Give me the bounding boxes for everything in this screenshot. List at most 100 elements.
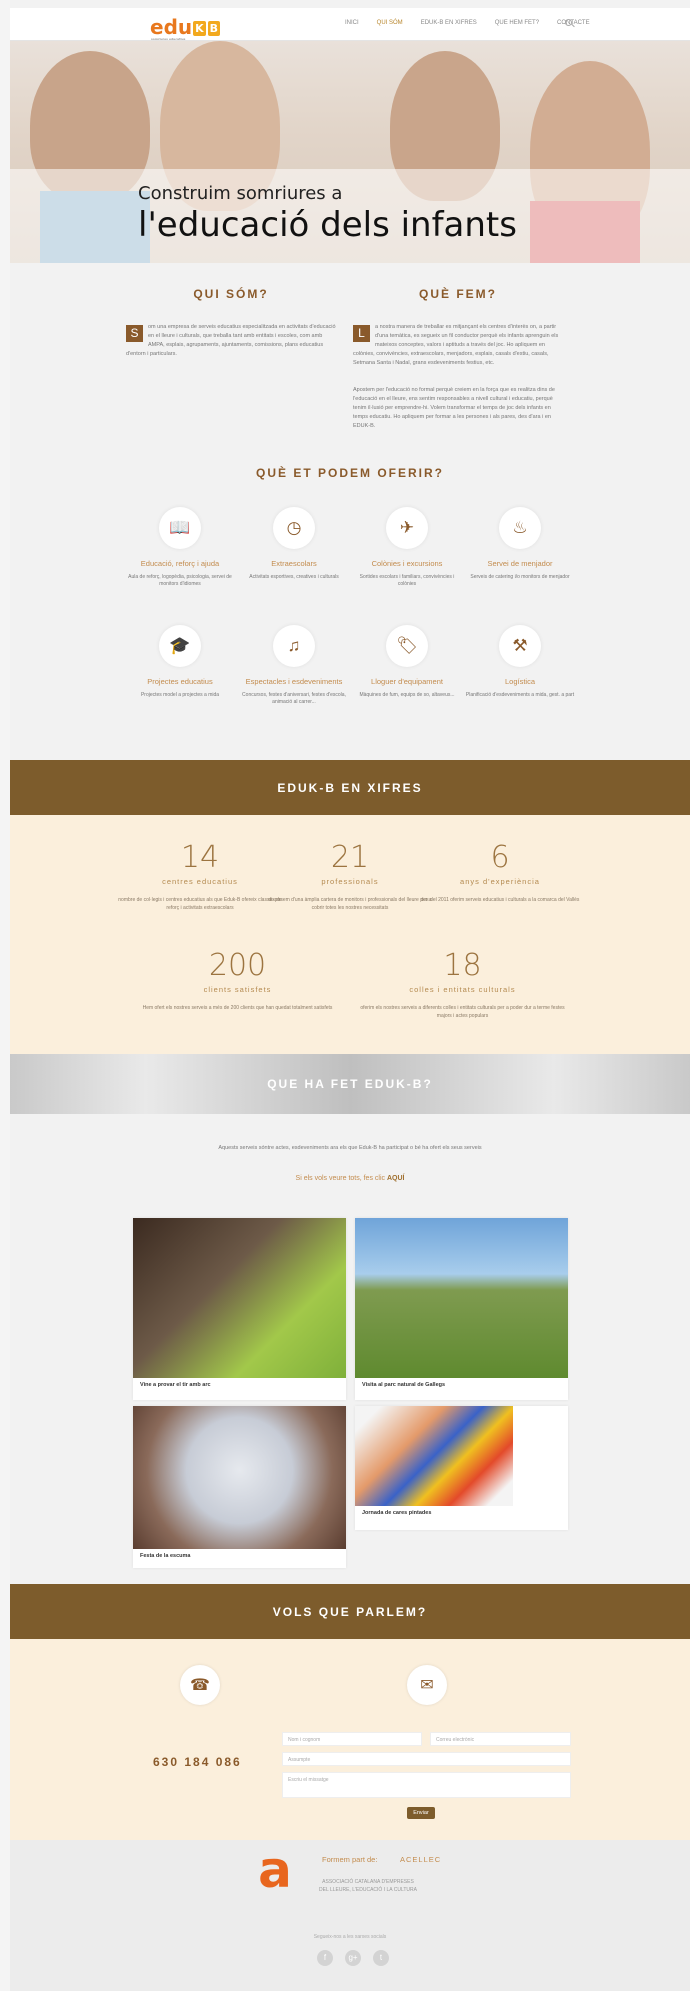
fet-band: QUE HA FET EDUK-B? [10,1054,690,1114]
service-desc: Màquines de fum, equips de so, altaveus.… [359,692,455,698]
service-card[interactable]: ♫ Espectacles i esdeveniments Concursos,… [239,625,349,706]
gallery-card[interactable]: Jornada de cares pintades [355,1406,568,1530]
email-field[interactable]: Correu electrònic [430,1732,571,1746]
acellec-logo[interactable]: a [253,1845,297,1895]
service-card[interactable]: ◷ Extraescolars Activitats esportives, c… [239,507,349,581]
qui-som-text: Som una empresa de serveis educatius esp… [126,323,336,359]
hero-banner: Construim somriures a l'educació dels in… [10,41,690,263]
tools-icon: ⚒ [499,625,541,667]
stat-desc: Hem ofert els nostres serveis a més de 2… [142,1005,333,1011]
logo[interactable]: edu K B somriures educatius [150,15,221,41]
facebook-icon[interactable]: f [317,1950,333,1966]
graduation-cap-icon: 🎓 [159,625,201,667]
hero-title-small: Construim somriures a [138,183,343,204]
fet-intro: Aquests serveis sóntre actes, esdevenime… [218,1145,482,1151]
submit-button[interactable]: Enviar [407,1807,435,1819]
name-field[interactable]: Nom i cognom [282,1732,422,1746]
member-label: Formem part de: [322,1855,377,1864]
service-card[interactable]: ✈ Colònies i excursions Sortides escolar… [352,507,462,588]
stat-desc: nombre de col·legis i centres educatius … [118,897,282,911]
menu-item-xifres[interactable]: EDUK-B EN XIFRES [421,20,477,26]
page: edu K B somriures educatius INICI QUI SÓM … [0,0,690,1991]
service-card[interactable]: 🏷 Lloguer d'equipament Màquines de fum, … [352,625,462,699]
gallery-card[interactable]: Festa de la escuma [133,1406,346,1568]
gallery-caption: Vine a provar el tir amb arc [140,1382,211,1388]
stat-centres: 14 centres educatius nombre de col·legis… [115,840,285,912]
gallery-caption: Jornada de cares pintades [362,1510,432,1516]
subject-field[interactable]: Assumpte [282,1752,571,1766]
clock-icon: ◷ [273,507,315,549]
gallery-caption: Festa de la escuma [140,1553,191,1559]
gallery-image-park [355,1218,568,1378]
service-title: Extraescolars [271,559,317,568]
service-card[interactable]: ♨ Servei de menjador Serveis de catering… [465,507,575,581]
qui-som-title: QUI SÓM? [193,287,269,301]
stat-number: 21 [330,840,370,875]
stat-label: colles i entitats culturals [409,985,516,994]
parlem-band: VOLS QUE PARLEM? [10,1584,690,1639]
fet-cta: Si els vols veure tots, fes clic AQUÍ [10,1175,690,1182]
social-label: Segueix-nos a les xarxes socials [313,1934,387,1940]
xifres-band: EDUK-B EN XIFRES [10,760,690,815]
service-card[interactable]: 🎓 Projectes educatius Projectes model a … [125,625,235,699]
stat-number: 200 [208,948,267,983]
logo-text: edu [150,15,193,39]
message-field[interactable]: Escriu el missatge [282,1772,571,1798]
twitter-icon[interactable]: t [373,1950,389,1966]
org-description: ASSOCIACIÓ CATALANA D'EMPRESES DEL LLEUR… [319,1879,417,1893]
service-desc: Projectes model a projectes a mida [140,692,220,698]
qui-som-dropcap: S [126,325,143,342]
service-card[interactable]: ⚒ Logística Planificació d'esdeveniments… [465,625,575,699]
stat-desc: disposem d'una àmplia cartera de monitor… [268,897,432,911]
stat-colles: 18 colles i entitats culturals oferim el… [355,948,570,1020]
phone-number[interactable]: 630 184 086 [153,1755,242,1769]
book-icon: 📖 [159,507,201,549]
gallery-image-foam [133,1406,346,1549]
service-card[interactable]: 📖 Educació, reforç i ajuda Aula de refor… [125,507,235,588]
service-desc: Serveis de catering i/o monitors de menj… [470,574,570,580]
google-plus-icon[interactable]: g+ [345,1950,361,1966]
hero-title-large: l'educació dels infants [138,205,517,245]
dish-icon: ♨ [499,507,541,549]
stat-number: 18 [443,948,482,983]
stat-number: 14 [180,840,220,875]
stat-anys: 6 anys d'experiència des del 2011 oferim… [415,840,585,904]
qui-som-body: om una empresa de serveis educatius espe… [126,324,336,357]
menu-item-inici[interactable]: INICI [345,20,359,26]
stat-desc: des del 2011 oferim serveis educatius i … [420,897,580,903]
menu-item-qui-som[interactable]: QUI SÓM [377,20,403,26]
service-desc: Sortides escolars i familiars, convivènc… [359,574,455,587]
service-title: Educació, reforç i ajuda [140,559,220,568]
gallery-caption: Visita al parc natural de Gallegs [362,1382,446,1388]
oferir-title: QUÈ ET PODEM OFERIR? [255,466,444,480]
phone-icon: ☎ [180,1665,220,1705]
stat-professionals: 21 professionals disposem d'una àmplia c… [265,840,435,912]
service-desc: Concursos, festes d'aniversari, festes d… [242,692,346,705]
service-title: Projectes educatius [147,677,213,686]
gallery-card[interactable]: Vine a provar el tir amb arc [133,1218,346,1400]
search-icon[interactable] [565,19,572,26]
music-icon: ♫ [273,625,315,667]
que-fem-body-1: a nostra manera de treballar es mitjança… [353,324,559,366]
stat-label: clients satisfets [203,985,272,994]
menu-item-que-hem-fet[interactable]: QUE HEM FET? [495,20,539,26]
stat-label: professionals [321,877,379,886]
paper-plane-icon: ✈ [386,507,428,549]
stat-label: anys d'experiència [460,877,540,886]
que-fem-text-2: Apostem per l'educació no formal perquè … [353,387,555,429]
service-title: Servei de menjador [487,559,553,568]
gallery-image-painted-fingers [355,1406,513,1506]
service-desc: Activitats esportives, creatives i cultu… [249,574,339,580]
fet-cta-link[interactable]: AQUÍ [387,1175,405,1182]
gallery-image-archery [133,1218,346,1378]
stat-label: centres educatius [162,877,238,886]
service-title: Lloguer d'equipament [371,677,443,686]
gallery-card[interactable]: Visita al parc natural de Gallegs [355,1218,568,1400]
que-fem-text: La nostra manera de treballar es mitjanç… [353,323,565,368]
fet-cta-text: Si els vols veure tots, fes clic [295,1175,386,1182]
stat-desc: oferim els nostres serveis a diferents c… [360,1005,565,1019]
tag-icon: 🏷 [386,625,428,667]
envelope-icon: ✉ [407,1665,447,1705]
service-title: Logística [504,677,536,686]
main-menu: INICI QUI SÓM EDUK-B EN XIFRES QUE HEM F… [345,20,590,26]
